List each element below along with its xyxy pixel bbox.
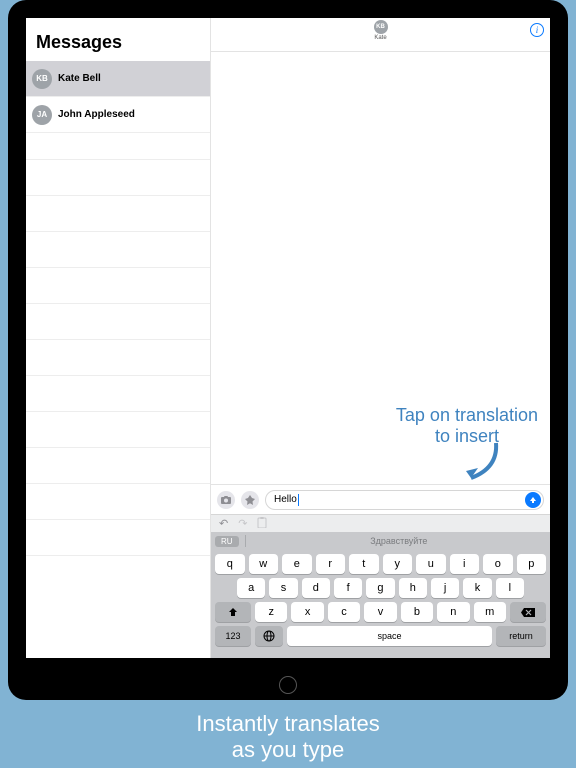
redo-icon[interactable]: ↷ xyxy=(238,517,247,530)
key-d[interactable]: d xyxy=(302,578,330,598)
key-q[interactable]: q xyxy=(215,554,245,574)
messages-title: Messages xyxy=(26,18,210,61)
key-c[interactable]: c xyxy=(328,602,360,622)
avatar: KB xyxy=(32,69,52,89)
accessory-bar: ↶ ↷ xyxy=(211,514,550,532)
sidebar-empty-rows xyxy=(26,124,210,658)
conversation-item[interactable]: KB Kate Bell xyxy=(26,61,210,97)
key-z[interactable]: z xyxy=(255,602,287,622)
key-w[interactable]: w xyxy=(249,554,279,574)
compose-value: Hello xyxy=(274,494,297,505)
key-h[interactable]: h xyxy=(399,578,427,598)
space-key[interactable]: space xyxy=(287,626,492,646)
send-button[interactable] xyxy=(525,492,541,508)
paste-icon[interactable] xyxy=(257,517,267,531)
key-m[interactable]: m xyxy=(474,602,506,622)
key-b[interactable]: b xyxy=(401,602,433,622)
key-p[interactable]: p xyxy=(517,554,547,574)
chat-pane: KB Kate i Tap on translation to insert xyxy=(210,18,550,658)
key-r[interactable]: r xyxy=(316,554,346,574)
key-a[interactable]: a xyxy=(237,578,265,598)
key-n[interactable]: n xyxy=(437,602,469,622)
key-o[interactable]: o xyxy=(483,554,513,574)
key-j[interactable]: j xyxy=(431,578,459,598)
suggestion-bar: RU Здравствуйте xyxy=(211,532,550,550)
callout-text: Tap on translation to insert xyxy=(396,405,538,448)
compose-input[interactable]: Hello xyxy=(265,490,544,510)
undo-icon[interactable]: ↶ xyxy=(219,517,228,530)
key-i[interactable]: i xyxy=(450,554,480,574)
key-s[interactable]: s xyxy=(269,578,297,598)
avatar: KB xyxy=(374,20,388,34)
chat-header-name: Kate xyxy=(374,35,388,41)
tablet-frame: Messages KB Kate Bell JA John Appleseed … xyxy=(8,0,568,700)
conversation-name: Kate Bell xyxy=(58,73,101,84)
key-l[interactable]: l xyxy=(496,578,524,598)
chat-header: KB Kate i xyxy=(211,18,550,52)
key-x[interactable]: x xyxy=(291,602,323,622)
key-t[interactable]: t xyxy=(349,554,379,574)
key-v[interactable]: v xyxy=(364,602,396,622)
translation-suggestion[interactable]: Здравствуйте xyxy=(248,536,550,546)
text-cursor xyxy=(298,494,299,506)
key-g[interactable]: g xyxy=(366,578,394,598)
marketing-text: Instantly translates as you type xyxy=(0,711,576,762)
keyboard: qwertyuiop asdfghjkl zxcvbnm 123 xyxy=(211,550,550,658)
backspace-key[interactable] xyxy=(510,602,546,622)
camera-icon[interactable] xyxy=(217,491,235,509)
number-key[interactable]: 123 xyxy=(215,626,251,646)
globe-key[interactable] xyxy=(255,626,283,646)
key-u[interactable]: u xyxy=(416,554,446,574)
chat-header-contact[interactable]: KB Kate xyxy=(374,20,388,41)
compose-bar: Hello xyxy=(211,484,550,514)
apps-icon[interactable] xyxy=(241,491,259,509)
screen: Messages KB Kate Bell JA John Appleseed … xyxy=(26,18,550,658)
sidebar: Messages KB Kate Bell JA John Appleseed xyxy=(26,18,210,658)
lang-badge[interactable]: RU xyxy=(215,536,239,547)
conversation-name: John Appleseed xyxy=(58,109,135,120)
return-key[interactable]: return xyxy=(496,626,546,646)
shift-key[interactable] xyxy=(215,602,251,622)
key-f[interactable]: f xyxy=(334,578,362,598)
home-button[interactable] xyxy=(279,676,297,694)
key-k[interactable]: k xyxy=(463,578,491,598)
key-y[interactable]: y xyxy=(383,554,413,574)
key-e[interactable]: e xyxy=(282,554,312,574)
info-icon[interactable]: i xyxy=(530,23,544,37)
avatar: JA xyxy=(32,105,52,125)
